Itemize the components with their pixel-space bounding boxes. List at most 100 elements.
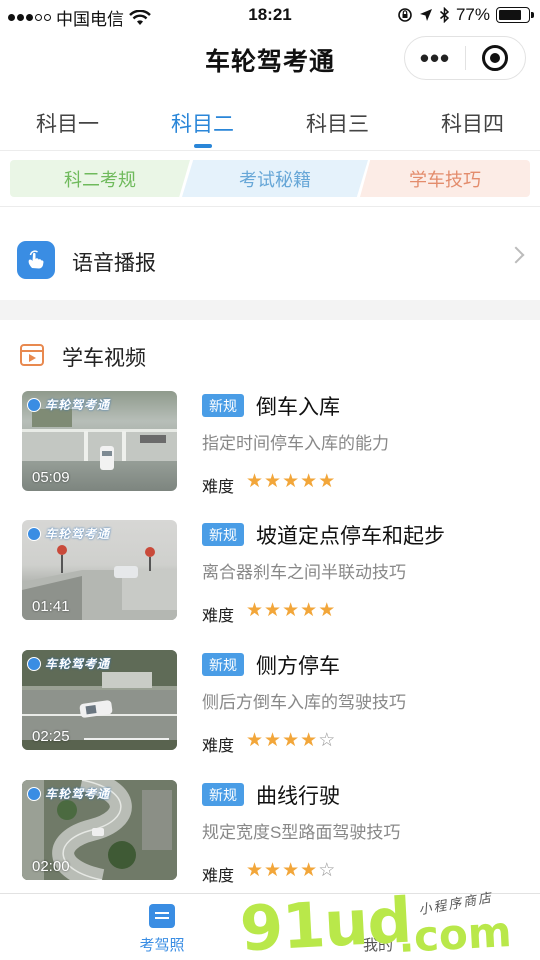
video-duration: 05:09 xyxy=(32,469,70,486)
location-icon xyxy=(419,9,432,21)
status-bar: 中国电信 18:21 77% xyxy=(0,0,540,30)
tab-label: 科目二 xyxy=(171,113,234,136)
logo-icon xyxy=(27,397,41,412)
tab-subject-2[interactable]: 科目二 xyxy=(135,100,270,148)
video-title: 倒车入库 xyxy=(256,396,340,419)
difficulty-rating: ★ ★ ★ ★ ☆ xyxy=(246,860,335,880)
thumbnail-logo: 车轮驾考通 xyxy=(27,525,110,542)
voice-broadcast-row[interactable]: 语音播报 xyxy=(0,208,540,300)
chevron-right-icon xyxy=(507,246,525,264)
subject-tabs: 科目一 科目二 科目三 科目四 xyxy=(0,100,540,148)
star-filled-icon: ★ xyxy=(246,599,264,621)
video-title: 侧方停车 xyxy=(256,655,340,678)
video-duration: 02:00 xyxy=(32,858,70,875)
video-description: 侧后方倒车入库的驾驶技巧 xyxy=(202,693,406,712)
thumbnail-logo-text: 车轮驾考通 xyxy=(45,398,111,412)
thumbnail-logo: 车轮驾考通 xyxy=(27,396,110,413)
battery-fill xyxy=(499,10,521,20)
tab-label: 科目三 xyxy=(306,113,369,136)
video-thumbnail[interactable]: 车轮驾考通 02:00 xyxy=(22,780,177,880)
tab-subject-4[interactable]: 科目四 xyxy=(405,100,540,148)
divider xyxy=(0,150,540,151)
difficulty-rating: ★ ★ ★ ★ ★ xyxy=(246,600,335,620)
star-filled-icon: ★ xyxy=(300,859,318,881)
more-button[interactable]: ••• xyxy=(405,45,465,71)
video-duration: 02:25 xyxy=(32,728,70,745)
difficulty-rating: ★ ★ ★ ★ ☆ xyxy=(246,730,335,750)
video-item[interactable]: 车轮驾考通 01:41 新规 坡道定点停车和起步 离合器刹车之间半联动技巧 难度… xyxy=(0,520,540,630)
star-filled-icon: ★ xyxy=(282,729,300,751)
new-rule-badge: 新规 xyxy=(202,394,244,417)
star-filled-icon: ★ xyxy=(246,470,264,492)
difficulty-label: 难度 xyxy=(202,738,235,755)
star-filled-icon: ★ xyxy=(246,859,264,881)
star-filled-icon: ★ xyxy=(246,729,264,751)
target-icon xyxy=(482,45,509,71)
star-filled-icon: ★ xyxy=(264,470,282,492)
video-item[interactable]: 车轮驾考通 02:00 新规 曲线行驶 规定宽度S型路面驾驶技巧 难度 ★ ★ ★ ★… xyxy=(0,780,540,890)
video-title: 坡道定点停车和起步 xyxy=(256,525,445,548)
license-card-icon xyxy=(149,904,175,928)
thumbnail-logo: 车轮驾考通 xyxy=(27,785,110,802)
thumbnail-logo-text: 车轮驾考通 xyxy=(45,787,111,801)
star-filled-icon: ★ xyxy=(282,470,300,492)
difficulty-rating: ★ ★ ★ ★ ★ xyxy=(246,471,335,491)
divider xyxy=(0,206,540,207)
watermark-logo: 91ud xyxy=(238,883,413,960)
bluetooth-icon xyxy=(439,7,450,23)
active-tab-indicator xyxy=(193,144,212,148)
new-rule-badge: 新规 xyxy=(202,653,244,676)
status-right: 77% xyxy=(397,5,534,25)
star-filled-icon: ★ xyxy=(300,599,318,621)
thumbnail-progress-line xyxy=(84,738,169,740)
battery-icon xyxy=(496,7,534,23)
star-empty-icon: ☆ xyxy=(318,729,336,751)
tab-label: 科目一 xyxy=(36,113,99,136)
voice-broadcast-label: 语音播报 xyxy=(72,252,156,275)
star-filled-icon: ★ xyxy=(264,859,282,881)
star-empty-icon: ☆ xyxy=(318,859,336,881)
video-description: 规定宽度S型路面驾驶技巧 xyxy=(202,823,401,842)
video-title: 曲线行驶 xyxy=(256,785,340,808)
star-filled-icon: ★ xyxy=(318,470,336,492)
difficulty-label: 难度 xyxy=(202,608,235,625)
star-filled-icon: ★ xyxy=(318,599,336,621)
thumbnail-logo-text: 车轮驾考通 xyxy=(45,527,111,541)
tab-subject-1[interactable]: 科目一 xyxy=(0,100,135,148)
orientation-lock-icon xyxy=(398,8,412,22)
star-filled-icon: ★ xyxy=(282,599,300,621)
category-driving-skills[interactable]: 学车技巧 xyxy=(360,160,530,197)
video-item[interactable]: 车轮驾考通 05:09 新规 倒车入库 指定时间停车入库的能力 难度 ★ ★ ★ ★ ★ xyxy=(0,391,540,501)
section-gap xyxy=(0,300,540,320)
video-item[interactable]: 车轮驾考通 02:25 新规 侧方停车 侧后方倒车入库的驾驶技巧 难度 ★ ★ ★ ★… xyxy=(0,650,540,760)
star-filled-icon: ★ xyxy=(264,599,282,621)
tab-driving-license[interactable]: 考驾照 xyxy=(102,894,222,960)
star-filled-icon: ★ xyxy=(264,729,282,751)
difficulty-label: 难度 xyxy=(202,868,235,885)
category-strip: 科二考规 考试秘籍 学车技巧 xyxy=(10,160,530,197)
difficulty-label: 难度 xyxy=(202,479,235,496)
close-button[interactable] xyxy=(466,45,525,71)
star-filled-icon: ★ xyxy=(300,470,318,492)
star-filled-icon: ★ xyxy=(282,859,300,881)
tab-subject-3[interactable]: 科目三 xyxy=(270,100,405,148)
category-exam-rules[interactable]: 科二考规 xyxy=(10,160,190,197)
video-thumbnail[interactable]: 车轮驾考通 01:41 xyxy=(22,520,177,620)
new-rule-badge: 新规 xyxy=(202,783,244,806)
mini-program-capsule: ••• xyxy=(404,36,526,80)
video-thumbnail[interactable]: 车轮驾考通 05:09 xyxy=(22,391,177,491)
star-filled-icon: ★ xyxy=(300,729,318,751)
category-exam-tips[interactable]: 考试秘籍 xyxy=(182,160,368,197)
video-thumbnail[interactable]: 车轮驾考通 02:25 xyxy=(22,650,177,750)
video-description: 离合器刹车之间半联动技巧 xyxy=(202,563,406,582)
logo-icon xyxy=(27,526,41,541)
section-title: 学车视频 xyxy=(62,347,146,370)
video-description: 指定时间停车入库的能力 xyxy=(202,434,389,453)
tab-label: 考驾照 xyxy=(139,937,185,954)
new-rule-badge: 新规 xyxy=(202,523,244,546)
tab-label: 科目四 xyxy=(441,113,504,136)
thumbnail-logo: 车轮驾考通 xyxy=(27,655,110,672)
watermark-domain: .com xyxy=(396,907,513,960)
logo-icon xyxy=(27,786,41,801)
logo-icon xyxy=(27,656,41,671)
